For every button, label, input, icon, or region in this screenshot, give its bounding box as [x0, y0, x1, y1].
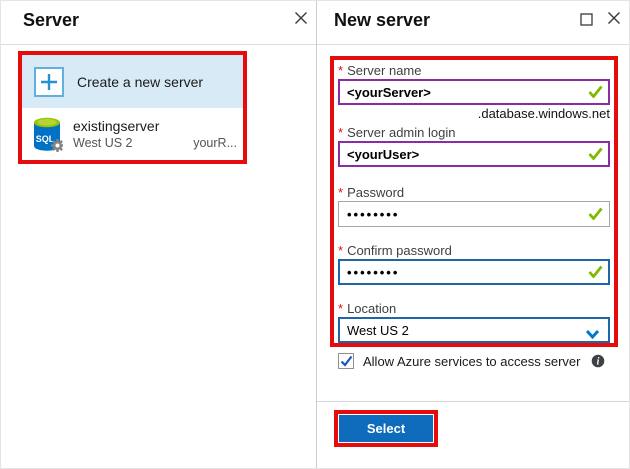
existing-server-resource-group: yourR... [193, 135, 237, 150]
required-asterisk: * [338, 125, 344, 140]
annotation-box-server-list: Create a new server SQL existingserver W… [18, 51, 247, 164]
confirm-password-input[interactable] [338, 259, 610, 285]
svg-text:i: i [597, 357, 600, 368]
server-name-input[interactable] [338, 79, 610, 105]
annotation-box-form: *Server name .database.windows.net *Serv… [330, 56, 618, 347]
server-name-label: * Server name [338, 63, 422, 78]
existing-server-location: West US 2 [73, 135, 133, 150]
sql-database-icon: SQL [31, 116, 63, 152]
required-asterisk: * [338, 185, 344, 200]
admin-login-label: * Server admin login [338, 125, 456, 140]
create-new-server-label: Create a new server [77, 73, 204, 90]
password-input[interactable] [338, 201, 610, 227]
admin-login-field [338, 141, 610, 167]
panel-title: New server [334, 10, 431, 30]
server-blade-header: Server [1, 1, 316, 45]
annotation-box-select: Select [334, 410, 438, 447]
panel-title: Server [23, 10, 80, 30]
maximize-icon[interactable] [578, 11, 594, 27]
confirm-password-label: * Confirm password [338, 243, 452, 258]
server-blade: Server Create a new server SQL existings… [1, 1, 317, 468]
required-asterisk: * [338, 301, 344, 316]
location-selected-value: West US 2 [347, 322, 409, 338]
allow-access-row: Allow Azure services to access server i [338, 353, 605, 369]
create-new-server-item[interactable]: Create a new server [22, 55, 243, 108]
footer-divider [317, 401, 629, 402]
chevron-down-icon [585, 327, 600, 342]
select-button[interactable]: Select [339, 415, 433, 442]
password-label: * Password [338, 185, 405, 200]
svg-text:SQL: SQL [36, 134, 55, 144]
server-domain-suffix: .database.windows.net [477, 106, 610, 121]
password-field [338, 201, 610, 227]
info-icon[interactable]: i [591, 354, 605, 368]
location-label: * Location [338, 301, 397, 316]
new-server-blade: New server *Server name .database.window… [317, 1, 629, 468]
existing-server-item[interactable]: SQL existingserver West US 2 yourR... [22, 108, 243, 160]
azure-portal-screenshot: Server Create a new server SQL existings… [0, 0, 630, 469]
admin-login-input[interactable] [338, 141, 610, 167]
required-asterisk: * [338, 63, 344, 78]
existing-server-name: existingserver [73, 117, 160, 134]
new-server-blade-header: New server [317, 1, 629, 45]
close-icon[interactable] [293, 10, 309, 26]
required-asterisk: * [338, 243, 344, 258]
location-select[interactable]: West US 2 [338, 317, 610, 343]
allow-access-label: Allow Azure services to access server [363, 353, 581, 369]
plus-icon [34, 66, 64, 97]
confirm-password-field [338, 259, 610, 285]
existing-server-info: existingserver West US 2 yourR... [73, 118, 237, 151]
server-name-field [338, 79, 610, 105]
close-icon[interactable] [606, 10, 622, 26]
allow-access-checkbox[interactable] [338, 353, 354, 369]
